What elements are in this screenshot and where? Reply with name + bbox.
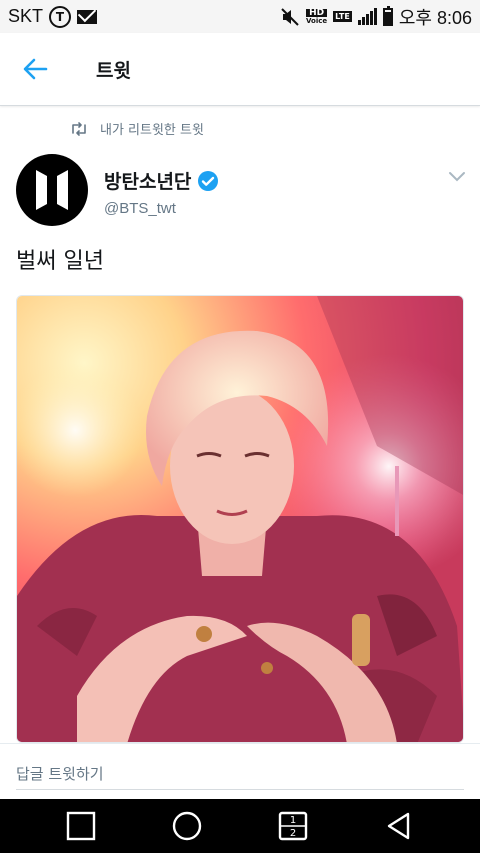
- author-name: 방탄소년단: [104, 171, 192, 193]
- app-header: 트윗: [0, 33, 480, 106]
- system-nav-bar: 1 2: [0, 799, 480, 853]
- reply-bar: 답글 트윗하기: [0, 743, 480, 799]
- carrier-label: SKT: [8, 6, 44, 26]
- home-button[interactable]: [160, 799, 214, 853]
- retweet-context: 내가 리트윗한 트윗: [70, 119, 204, 138]
- retweet-icon: [72, 121, 86, 136]
- recent-apps-icon: [66, 811, 96, 841]
- avatar[interactable]: [16, 154, 88, 226]
- tweet-photo[interactable]: [16, 295, 464, 743]
- back-nav-button[interactable]: [372, 799, 426, 853]
- author-info[interactable]: 방탄소년단 @BTS_twt: [104, 167, 219, 217]
- battery-icon: [382, 5, 393, 26]
- mute-icon: [281, 7, 299, 26]
- battery-fill: [384, 11, 391, 24]
- recent-apps-button[interactable]: [54, 799, 108, 853]
- t-logo-icon: T: [49, 5, 72, 28]
- tweet-text: 벌써 일년: [16, 249, 104, 274]
- home-icon: [172, 811, 202, 841]
- dual-window-button[interactable]: 1 2: [266, 799, 320, 853]
- bts-logo-icon: [36, 170, 68, 210]
- clock: 오후 8:06: [398, 7, 472, 28]
- verified-badge-icon: [198, 170, 219, 191]
- dual-window-icon: 1 2: [278, 811, 308, 841]
- back-button[interactable]: [0, 33, 70, 106]
- dual-window-top-label: 1: [290, 815, 296, 826]
- photo-image: [17, 296, 463, 742]
- voice-label: Voice: [306, 16, 328, 25]
- page-title: 트윗: [96, 59, 131, 82]
- arrow-left-icon: [23, 58, 48, 80]
- author-handle: @BTS_twt: [104, 200, 176, 217]
- lte-icon: LTE: [333, 11, 352, 22]
- reply-input[interactable]: 답글 트윗하기: [16, 754, 464, 790]
- retweet-context-label: 내가 리트윗한 트윗: [100, 123, 204, 138]
- hd-voice-icon: HD Voice: [306, 8, 328, 25]
- status-bar: SKT T HD Voice LTE 오후 8:06: [0, 0, 480, 33]
- hd-label: HD: [306, 8, 328, 17]
- chevron-down-icon: [449, 172, 465, 182]
- dual-window-bottom-label: 2: [290, 828, 296, 839]
- mail-icon: [77, 9, 98, 24]
- back-icon: [387, 812, 410, 840]
- signal-icon: [357, 7, 377, 25]
- tweet-options-button[interactable]: [448, 168, 466, 187]
